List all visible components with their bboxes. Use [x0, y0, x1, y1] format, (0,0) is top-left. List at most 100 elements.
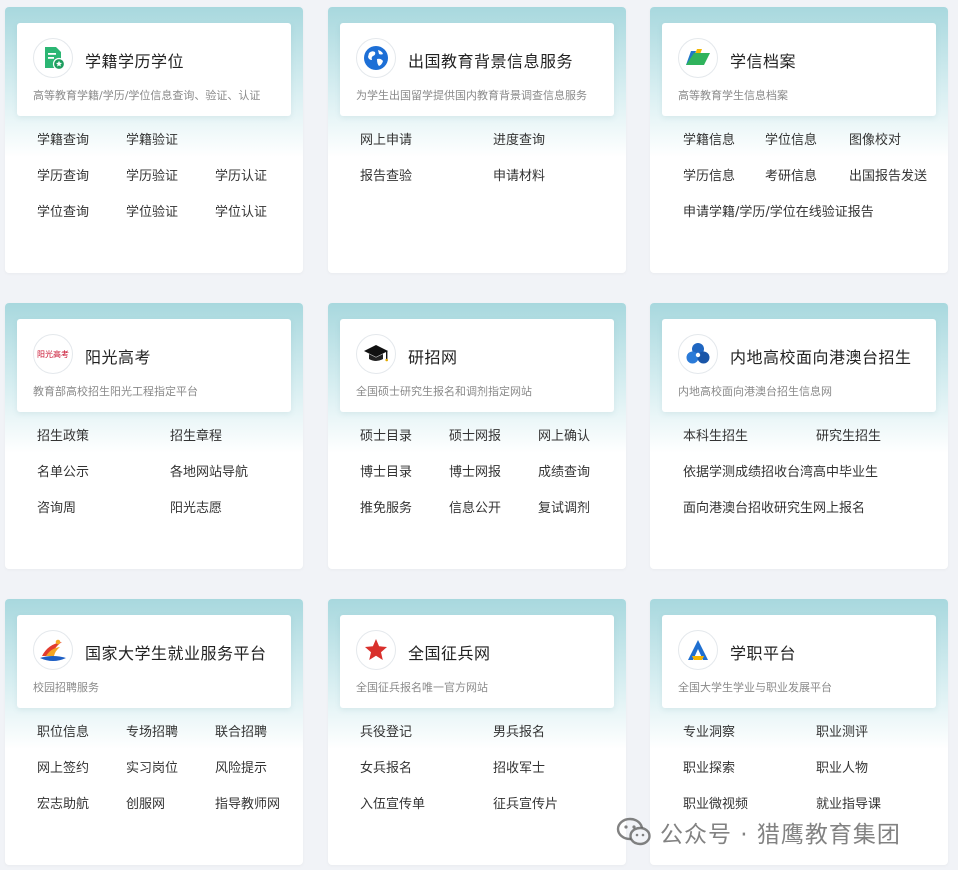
card-subtitle: 内地高校面向港澳台招生信息网	[678, 385, 832, 398]
card-links: 招生政策 招生章程 名单公示 各地网站导航 咨询周 阳光志愿	[37, 427, 293, 519]
card-header[interactable]: 出国教育背景信息服务 为学生出国留学提供国内教育背景调查信息服务	[340, 23, 614, 116]
link-zhaoshou-junshi[interactable]: 招收军士	[493, 759, 626, 779]
card-subtitle: 校园招聘服务	[33, 681, 99, 694]
link-zaixian-yanzheng-baogao[interactable]: 申请学籍/学历/学位在线验证报告	[683, 203, 948, 223]
card-title: 学信档案	[730, 52, 797, 71]
card-title: 学籍学历学位	[85, 52, 185, 71]
link-lianhe-zhaopin[interactable]: 联合招聘	[215, 723, 303, 743]
link-shuoshi-wangbao[interactable]: 硕士网报	[449, 427, 538, 447]
link-zhiye-renwu[interactable]: 职业人物	[816, 759, 948, 779]
link-boshi-wangbao[interactable]: 博士网报	[449, 463, 538, 483]
link-zhidao-jiaoshi-wang[interactable]: 指导教师网	[215, 795, 303, 815]
card-links: 学籍信息 学位信息 图像校对 学历信息 考研信息 出国报告发送 申请学籍/学历/…	[683, 131, 938, 223]
card-yanzhao-wang: 研招网 全国硕士研究生报名和调剂指定网站 硕士目录 硕士网报 网上确认 博士目录…	[328, 303, 626, 569]
link-chengji-chaxun[interactable]: 成绩查询	[538, 463, 626, 483]
link-xuewei-chaxun[interactable]: 学位查询	[37, 203, 126, 223]
link-xuewei-renzheng[interactable]: 学位认证	[215, 203, 303, 223]
link-xueji-chaxun[interactable]: 学籍查询	[37, 131, 126, 151]
link-xinxi-gongkai[interactable]: 信息公开	[449, 499, 538, 519]
link-nvbing-baoming[interactable]: 女兵报名	[360, 759, 493, 779]
graduation-cap-icon	[356, 334, 396, 374]
link-zhengbing-xuanchuanpian[interactable]: 征兵宣传片	[493, 795, 626, 815]
watermark-text: 公众号 · 猎鹰教育集团	[660, 822, 901, 848]
blue-flower-icon	[678, 334, 718, 374]
link-benkesheng-zhaosheng[interactable]: 本科生招生	[683, 427, 816, 447]
link-chuguo-baogao-fasong[interactable]: 出国报告发送	[849, 167, 948, 187]
link-nanbing-baoming[interactable]: 男兵报名	[493, 723, 626, 743]
link-tuxiang-jiaodui[interactable]: 图像校对	[849, 131, 948, 151]
link-baogao-chayan[interactable]: 报告查验	[360, 167, 493, 187]
card-header[interactable]: 全国征兵网 全国征兵报名唯一官方网站	[340, 615, 614, 708]
card-chuguo-jiaoyu: 出国教育背景信息服务 为学生出国留学提供国内教育背景调查信息服务 网上申请 进度…	[328, 7, 626, 273]
link-jindu-chaxun[interactable]: 进度查询	[493, 131, 626, 151]
card-title: 研招网	[408, 348, 458, 367]
link-zhiye-weishipin[interactable]: 职业微视频	[683, 795, 816, 815]
card-xueji-xueli-xuewei: 学籍学历学位 高等教育学籍/学历/学位信息查询、验证、认证 学籍查询 学籍验证 …	[5, 7, 303, 273]
link-xueji-xinxi[interactable]: 学籍信息	[683, 131, 765, 151]
link-mingdan-gongshi[interactable]: 名单公示	[37, 463, 170, 483]
card-links: 兵役登记 男兵报名 女兵报名 招收军士 入伍宣传单 征兵宣传片	[360, 723, 616, 815]
logo-text: 阳光高考	[37, 349, 69, 359]
card-title: 国家大学生就业服务平台	[85, 644, 267, 663]
link-wangshang-qianyue[interactable]: 网上签约	[37, 759, 126, 779]
card-header[interactable]: 研招网 全国硕士研究生报名和调剂指定网站	[340, 319, 614, 412]
card-links: 本科生招生 研究生招生 依据学测成绩招收台湾高中毕业生 面向港澳台招收研究生网上…	[683, 427, 938, 519]
link-zhiwei-xinxi[interactable]: 职位信息	[37, 723, 126, 743]
card-xuexin-dangan: 学信档案 高等教育学生信息档案 学籍信息 学位信息 图像校对 学历信息 考研信息…	[650, 7, 948, 273]
card-subtitle: 全国征兵报名唯一官方网站	[356, 681, 488, 694]
link-zixun-zhou[interactable]: 咨询周	[37, 499, 170, 519]
card-links: 网上申请 进度查询 报告查验 申请材料	[360, 131, 616, 187]
link-xuece-chengji-taiwan[interactable]: 依据学测成绩招收台湾高中毕业生	[683, 463, 948, 483]
link-zhaosheng-zhangcheng[interactable]: 招生章程	[170, 427, 303, 447]
link-fushi-tiaoji[interactable]: 复试调剂	[538, 499, 626, 519]
link-shuoshi-mulu[interactable]: 硕士目录	[360, 427, 449, 447]
link-yanjiusheng-zhaosheng[interactable]: 研究生招生	[816, 427, 948, 447]
card-title: 内地高校面向港澳台招生	[730, 348, 912, 367]
link-xueji-yanzheng[interactable]: 学籍验证	[126, 131, 215, 151]
card-subtitle: 为学生出国留学提供国内教育背景调查信息服务	[356, 89, 587, 102]
link-shenqing-cailiao[interactable]: 申请材料	[493, 167, 626, 187]
card-subtitle: 高等教育学生信息档案	[678, 89, 788, 102]
card-header[interactable]: 学信档案 高等教育学生信息档案	[662, 23, 936, 116]
link-yangguang-zhiyuan[interactable]: 阳光志愿	[170, 499, 303, 519]
card-subtitle: 全国大学生学业与职业发展平台	[678, 681, 832, 694]
link-xueli-yanzheng[interactable]: 学历验证	[126, 167, 215, 187]
card-links: 硕士目录 硕士网报 网上确认 博士目录 博士网报 成绩查询 推免服务 信息公开 …	[360, 427, 616, 519]
card-yangguang-gaokao: 阳光高考 阳光高考 教育部高校招生阳光工程指定平台 招生政策 招生章程 名单公示…	[5, 303, 303, 569]
link-jiuye-zhidaoke[interactable]: 就业指导课	[816, 795, 948, 815]
link-xueli-renzheng[interactable]: 学历认证	[215, 167, 303, 187]
link-zhuanchang-zhaopin[interactable]: 专场招聘	[126, 723, 215, 743]
link-fengxian-tishi[interactable]: 风险提示	[215, 759, 303, 779]
link-xuewei-xinxi[interactable]: 学位信息	[765, 131, 849, 151]
wechat-icon	[616, 817, 651, 846]
link-chuangfu-wang[interactable]: 创服网	[126, 795, 215, 815]
card-quanguo-zhengbing: 全国征兵网 全国征兵报名唯一官方网站 兵役登记 男兵报名 女兵报名 招收军士 入…	[328, 599, 626, 865]
link-zhiye-tansuo[interactable]: 职业探索	[683, 759, 816, 779]
card-header[interactable]: 学职平台 全国大学生学业与职业发展平台	[662, 615, 936, 708]
link-zhaosheng-zhengce[interactable]: 招生政策	[37, 427, 170, 447]
green-document-check-icon	[33, 38, 73, 78]
link-zhiye-ceping[interactable]: 职业测评	[816, 723, 948, 743]
link-wangshang-queren[interactable]: 网上确认	[538, 427, 626, 447]
link-xuewei-yanzheng[interactable]: 学位验证	[126, 203, 215, 223]
link-xueli-chaxun[interactable]: 学历查询	[37, 167, 126, 187]
link-gangaotai-yanjiusheng-baoming[interactable]: 面向港澳台招收研究生网上报名	[683, 499, 948, 519]
card-header[interactable]: 国家大学生就业服务平台 校园招聘服务	[17, 615, 291, 708]
link-tuimian-fuwu[interactable]: 推免服务	[360, 499, 449, 519]
sunshine-gaokao-logo-icon: 阳光高考	[33, 334, 73, 374]
link-kaoyan-xinxi[interactable]: 考研信息	[765, 167, 849, 187]
link-bingyi-dengji[interactable]: 兵役登记	[360, 723, 493, 743]
card-links: 职位信息 专场招聘 联合招聘 网上签约 实习岗位 风险提示 宏志助航 创服网 指…	[37, 723, 293, 815]
card-header[interactable]: 内地高校面向港澳台招生 内地高校面向港澳台招生信息网	[662, 319, 936, 412]
link-zhuanye-dongcha[interactable]: 专业洞察	[683, 723, 816, 743]
link-ruwu-xuanchuandan[interactable]: 入伍宣传单	[360, 795, 493, 815]
card-subtitle: 全国硕士研究生报名和调剂指定网站	[356, 385, 532, 398]
link-wangshang-shenqing[interactable]: 网上申请	[360, 131, 493, 151]
link-hongzhi-zhuhang[interactable]: 宏志助航	[37, 795, 126, 815]
link-boshi-mulu[interactable]: 博士目录	[360, 463, 449, 483]
link-xueli-xinxi[interactable]: 学历信息	[683, 167, 765, 187]
card-header[interactable]: 学籍学历学位 高等教育学籍/学历/学位信息查询、验证、认证	[17, 23, 291, 116]
link-gedi-wangzhan-daohang[interactable]: 各地网站导航	[170, 463, 303, 483]
link-shixi-gangwei[interactable]: 实习岗位	[126, 759, 215, 779]
card-header[interactable]: 阳光高考 阳光高考 教育部高校招生阳光工程指定平台	[17, 319, 291, 412]
